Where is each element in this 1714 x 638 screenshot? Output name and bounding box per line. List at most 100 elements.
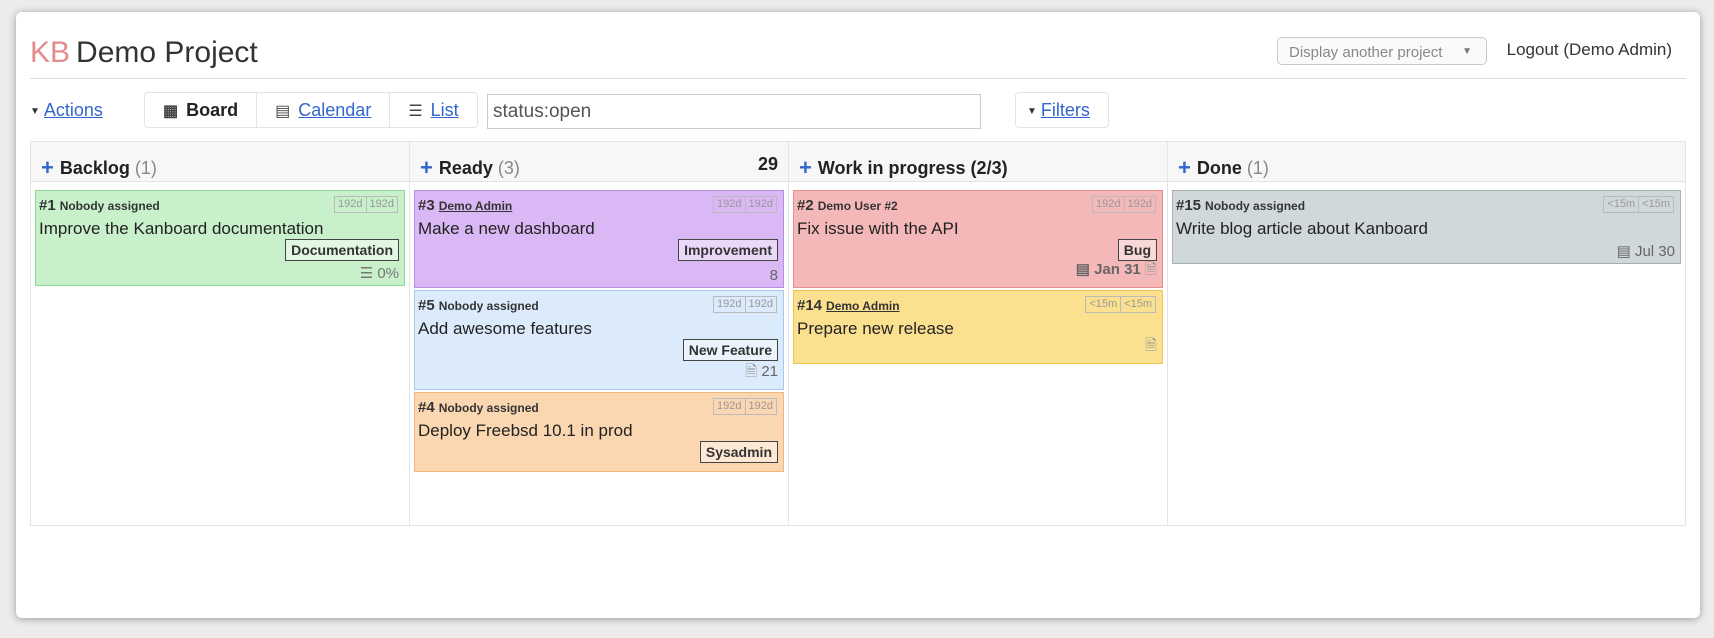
filters-menu[interactable]: ▼ Filters <box>1015 92 1109 128</box>
chevron-down-icon: ▼ <box>1462 46 1472 57</box>
category-badge: Documentation <box>285 239 399 261</box>
time-spent: 192d <box>1092 196 1125 213</box>
task-id[interactable]: #4 <box>418 399 435 416</box>
kanban-board: + Backlog (1) #1 Nobody assigned 192d 192d Imp… <box>30 141 1686 526</box>
task-id[interactable]: #1 <box>39 197 56 214</box>
page-title: KB Demo Project <box>30 36 258 70</box>
time-estimated: <15m <box>1639 196 1674 213</box>
task-id[interactable]: #15 <box>1176 197 1201 214</box>
column-limit: 29 <box>757 154 778 174</box>
column-header: + Done (1) <box>1168 142 1685 182</box>
add-task-icon[interactable]: + <box>799 155 812 180</box>
caret-down-icon: ▼ <box>30 106 40 117</box>
grid-icon: ▦ <box>163 103 179 120</box>
task-id[interactable]: #2 <box>797 197 814 214</box>
calendar-icon: ▤ <box>275 103 291 120</box>
task-card[interactable]: #3 Demo Admin 192d 192d Make a new dashboard… <box>414 190 784 288</box>
task-card[interactable]: #4 Nobody assigned 192d 192d Deploy Freebsd … <box>414 392 784 472</box>
card-header: #15 Nobody assigned <15m <15m <box>1176 195 1676 215</box>
task-card[interactable]: #2 Demo User #2 192d 192d Fix issue with the… <box>793 190 1163 288</box>
time-tracking: 192d 192d <box>334 196 398 213</box>
due-date-value: Jul 30 <box>1634 243 1675 260</box>
card-header: #5 Nobody assigned 192d 192d <box>418 295 779 315</box>
logout-link[interactable]: Logout <box>1507 40 1559 59</box>
column-1: + Ready (3) 29 #3 Demo Admin 192d 192d Make a n… <box>410 142 789 525</box>
task-score: 🗎 21 <box>745 361 778 386</box>
card-header: #4 Nobody assigned 192d 192d <box>418 397 779 417</box>
view-board-label: Board <box>186 100 239 120</box>
task-title[interactable]: Write blog article about Kanboard <box>1176 219 1676 239</box>
task-title[interactable]: Deploy Freebsd 10.1 in prod <box>418 421 779 441</box>
add-task-icon[interactable]: + <box>1178 155 1191 180</box>
filters-link[interactable]: Filters <box>1041 100 1090 120</box>
category-badge: Improvement <box>678 239 778 261</box>
toolbar: ▼ Actions ▦ Board ▤ Calendar ☰ List status:o… <box>30 82 1686 129</box>
actions-link[interactable]: Actions <box>44 100 103 120</box>
view-board[interactable]: ▦ Board <box>145 93 258 127</box>
task-title[interactable]: Improve the Kanboard documentation <box>39 219 400 239</box>
task-title[interactable]: Prepare new release <box>797 319 1158 339</box>
time-tracking: 192d 192d <box>1092 196 1156 213</box>
project-selector[interactable]: Display another project ▼ <box>1277 37 1487 65</box>
task-assignee: Nobody assigned <box>438 401 539 415</box>
caret-down-icon: ▼ <box>1027 106 1037 117</box>
task-id[interactable]: #5 <box>418 297 435 314</box>
category-badge: Bug <box>1117 239 1157 261</box>
task-assignee[interactable]: Demo Admin <box>826 299 900 313</box>
task-id[interactable]: #3 <box>418 197 435 214</box>
add-task-icon[interactable]: + <box>420 155 433 180</box>
calendar-icon: ▤ <box>1616 243 1635 260</box>
time-estimated: 192d <box>1124 196 1156 213</box>
view-list-label[interactable]: List <box>431 100 459 120</box>
task-title[interactable]: Make a new dashboard <box>418 219 779 239</box>
column-title: Work in progress (2/3) <box>817 158 1008 178</box>
project-name: Demo Project <box>76 36 258 69</box>
time-tracking: <15m <15m <box>1085 296 1156 313</box>
task-title[interactable]: Add awesome features <box>418 319 779 339</box>
add-task-icon[interactable]: + <box>41 155 54 180</box>
time-tracking: <15m <15m <box>1603 196 1674 213</box>
column-title: Done <box>1196 158 1242 178</box>
task-assignee: Demo User #2 <box>817 199 898 213</box>
time-spent: 192d <box>713 196 746 213</box>
task-assignee: Nobody assigned <box>59 199 160 213</box>
task-progress-value: 0% <box>377 265 399 282</box>
due-date: ▤ Jan 31 🗎 <box>1076 259 1157 284</box>
card-header: #1 Nobody assigned 192d 192d <box>39 195 400 215</box>
view-switcher: ▦ Board ▤ Calendar ☰ List <box>144 92 478 128</box>
user-name: (Demo Admin) <box>1563 40 1672 59</box>
view-calendar[interactable]: ▤ Calendar <box>257 93 391 127</box>
list-icon: ☰ <box>359 265 378 282</box>
task-card[interactable]: #14 Demo Admin <15m <15m Prepare new release… <box>793 290 1163 364</box>
task-card[interactable]: #1 Nobody assigned 192d 192d Improve the Kan… <box>35 190 405 286</box>
project-selector-label: Display another project <box>1289 44 1443 61</box>
column-count: (1) <box>1246 158 1269 178</box>
time-estimated: 192d <box>745 296 777 313</box>
column-header: + Ready (3) 29 <box>410 142 788 182</box>
task-title[interactable]: Fix issue with the API <box>797 219 1158 239</box>
time-tracking: 192d 192d <box>713 196 777 213</box>
logout-area: Logout (Demo Admin) <box>1507 40 1672 60</box>
time-estimated: 192d <box>745 196 777 213</box>
time-spent: 192d <box>713 296 746 313</box>
category-badge: New Feature <box>682 339 778 361</box>
time-estimated: 192d <box>366 196 398 213</box>
view-list[interactable]: ☰ List <box>390 93 476 127</box>
due-date-value: Jan 31 <box>1094 261 1141 278</box>
document-icon: 🗎 <box>1140 261 1157 278</box>
column-count: (3) <box>497 158 520 178</box>
view-calendar-label[interactable]: Calendar <box>298 100 371 120</box>
task-card[interactable]: #5 Nobody assigned 192d 192d Add awesome fea… <box>414 290 784 390</box>
column-count: (1) <box>134 158 157 178</box>
column-title: Ready <box>438 158 493 178</box>
task-card[interactable]: #15 Nobody assigned <15m <15m Write blog art… <box>1172 190 1681 264</box>
search-input[interactable]: status:open <box>487 94 981 129</box>
actions-menu[interactable]: ▼ Actions <box>30 100 103 121</box>
calendar-icon: ▤ <box>1075 261 1095 278</box>
time-spent: 192d <box>334 196 367 213</box>
task-id[interactable]: #14 <box>797 297 822 314</box>
column-0: + Backlog (1) #1 Nobody assigned 192d 192d Imp… <box>31 142 410 525</box>
time-spent: <15m <box>1085 296 1122 313</box>
header: KB Demo Project Display another project ▼… <box>30 22 1686 79</box>
task-assignee[interactable]: Demo Admin <box>439 199 513 213</box>
